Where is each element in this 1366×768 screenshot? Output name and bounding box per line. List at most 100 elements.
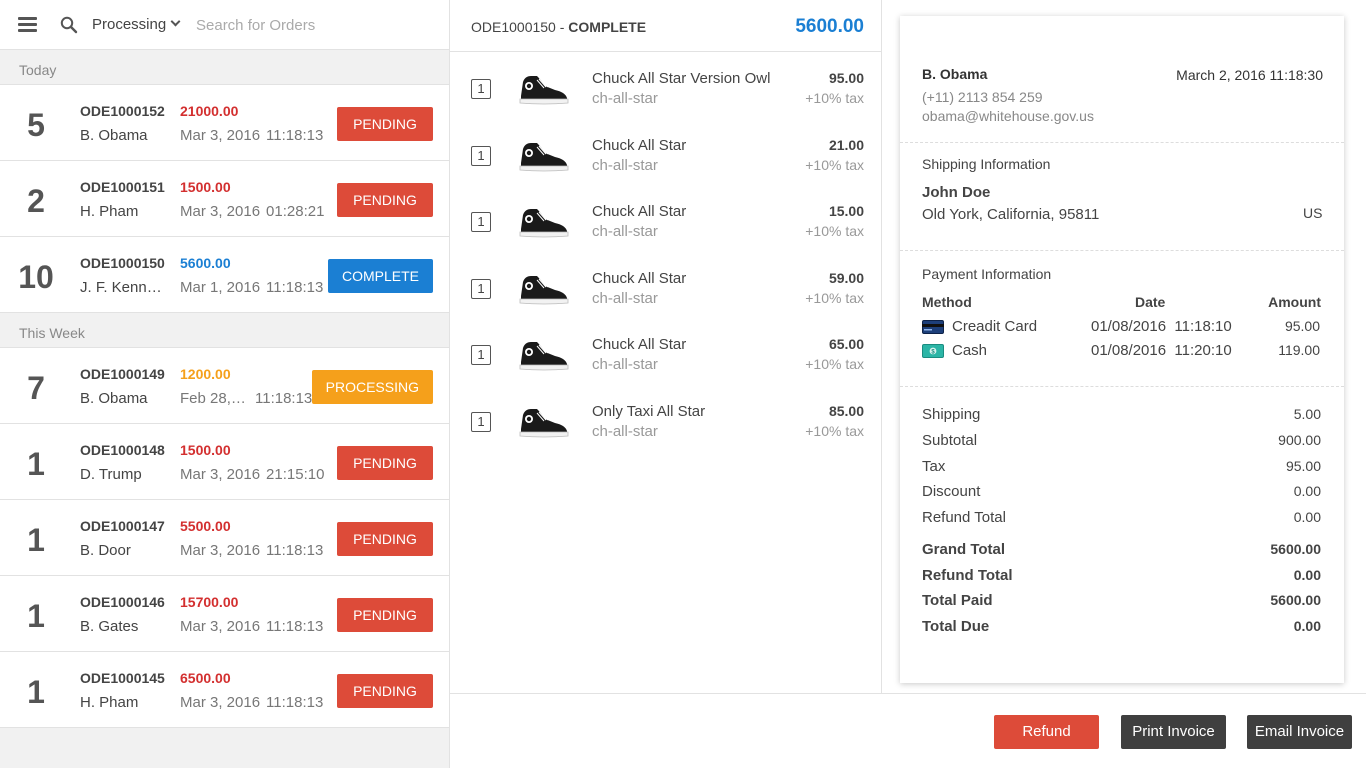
order-id: ODE1000151 (80, 179, 165, 195)
order-group-header: This Week (0, 313, 449, 348)
receipt-divider (900, 386, 1344, 387)
search-icon[interactable] (60, 16, 78, 34)
item-tax: +10% tax (805, 90, 864, 106)
item-quantity-box[interactable]: 1 (471, 145, 491, 166)
total-value: 0.00 (1293, 618, 1321, 634)
order-amount: 1500.00 (180, 442, 231, 458)
order-status-badge[interactable]: PENDING (337, 183, 433, 217)
order-datetime: Mar 3, 2016 11:18:13 (180, 618, 323, 635)
order-search-input[interactable] (196, 13, 436, 37)
order-row[interactable]: 1 ODE1000145 6500.00 H. Pham Mar 3, 2016 11:1… (0, 652, 449, 728)
item-quantity-box[interactable]: 1 (471, 345, 491, 365)
status-filter-label: Processing (92, 16, 167, 33)
order-detail-title: ODE1000150 - COMPLETE (471, 19, 646, 35)
order-datetime: Mar 3, 2016 11:18:13 (180, 542, 323, 559)
item-price: 65.00 (828, 336, 864, 352)
order-item-row: 1 Chuck All Star Version Owl ch-all-star 95… (450, 52, 881, 119)
order-id: ODE1000145 (80, 670, 165, 686)
item-quantity-box[interactable]: 1 (471, 79, 491, 99)
order-row[interactable]: 7 ODE1000149 1200.00 B. Obama Feb 28, 2016 11… (0, 348, 449, 424)
order-status-badge[interactable]: COMPLETE (327, 259, 433, 293)
item-quantity-box[interactable]: 1 (471, 212, 491, 232)
order-amount: 1200.00 (180, 366, 231, 382)
item-price: 15.00 (828, 203, 864, 219)
print-invoice-button[interactable]: Print Invoice (1121, 715, 1226, 749)
refund-button[interactable]: Refund (994, 715, 1099, 749)
order-time: 11:18:13 (266, 279, 324, 296)
total-label: Refund Total (922, 567, 1013, 584)
order-datetime: Mar 3, 2016 11:18:13 (180, 694, 323, 711)
order-id: ODE1000149 (80, 366, 165, 382)
summary-label: Subtotal (922, 432, 978, 449)
order-status-badge[interactable]: PENDING (337, 674, 433, 708)
summary-row: Shipping 5.00 (922, 406, 1321, 423)
total-value: 0.00 (1293, 567, 1321, 583)
order-customer: J. F. Kennedy (80, 279, 170, 296)
total-label: Total Due (922, 618, 990, 635)
payment-amount: 95.00 (1284, 318, 1320, 334)
total-value: 5600.00 (1270, 592, 1321, 608)
order-item-count: 1 (27, 522, 45, 558)
order-detail-header: ODE1000150 - COMPLETE 5600.00 (450, 0, 881, 52)
summary-row: Subtotal 900.00 (922, 432, 1321, 449)
order-status-badge[interactable]: PENDING (337, 522, 433, 556)
item-price: 21.00 (828, 136, 864, 153)
sneaker-image (517, 139, 571, 173)
order-time: 21:15:10 (266, 466, 325, 483)
summary-value: 900.00 (1278, 432, 1321, 448)
summary-row: Discount 0.00 (922, 483, 1321, 500)
summary-value: 5.00 (1293, 406, 1321, 422)
order-amount: 1500.00 (180, 179, 231, 195)
item-tax: +10% tax (805, 289, 864, 306)
status-filter-dropdown[interactable]: Processing (92, 16, 181, 33)
order-customer: B. Gates (80, 618, 139, 635)
item-sku: ch-all-star (592, 90, 658, 107)
order-time: 11:18:13 (255, 390, 313, 407)
order-items-list: 1 Chuck All Star Version Owl ch-all-star 95… (450, 52, 881, 451)
order-amount: 6500.00 (180, 670, 231, 686)
item-name: Only Taxi All Star (592, 402, 706, 420)
order-time: 11:18:13 (266, 618, 324, 635)
order-status-badge[interactable]: PENDING (337, 446, 433, 480)
item-sku: ch-all-star (592, 356, 658, 373)
sneaker-image (517, 272, 571, 306)
order-item-count: 2 (27, 183, 45, 219)
receipt-top-edge (900, 16, 1344, 22)
order-id: ODE1000148 (80, 442, 165, 458)
summary-label: Shipping (922, 406, 981, 423)
summary-label: Discount (922, 483, 981, 500)
item-quantity-box[interactable]: 1 (471, 278, 491, 299)
sneaker-image (517, 338, 571, 372)
order-id: ODE1000146 (80, 594, 165, 610)
order-date: Mar 3, 2016 (180, 694, 261, 711)
order-row[interactable]: 10 ODE1000150 5600.00 J. F. Kennedy Mar 1, 2… (0, 237, 449, 313)
order-customer: H. Pham (80, 203, 139, 220)
order-date: Feb 28, 2016 (180, 390, 249, 407)
order-status-badge[interactable]: PROCESSING (311, 370, 433, 404)
order-item-row: 1 Only Taxi All Star ch-all-star 85.00 +10% … (450, 385, 881, 452)
ship-country: US (1303, 205, 1323, 221)
order-time: 11:18:13 (266, 542, 324, 559)
order-date: Mar 1, 2016 (180, 279, 261, 296)
order-row[interactable]: 2 ODE1000151 1500.00 H. Pham Mar 3, 2016 01:2… (0, 161, 449, 237)
item-tax: +10% tax (805, 156, 864, 173)
order-time: 11:18:13 (266, 127, 324, 144)
total-row: Total Due 0.00 (922, 618, 1321, 635)
item-quantity-box[interactable]: 1 (471, 411, 491, 432)
order-id: ODE1000147 (80, 518, 165, 534)
order-detail-separator: - (555, 19, 569, 35)
item-sku: ch-all-star (592, 289, 658, 307)
item-tax: +10% tax (805, 223, 864, 239)
payment-date: 01/08/2016 11:18:10 (1091, 318, 1232, 335)
order-status-badge[interactable]: PENDING (337, 598, 433, 632)
email-invoice-button[interactable]: Email Invoice (1247, 715, 1352, 749)
order-row[interactable]: 5 ODE1000152 21000.00 B. Obama Mar 3, 2016 11… (0, 85, 449, 161)
order-status-badge[interactable]: PENDING (337, 107, 433, 141)
order-customer: B. Door (80, 542, 131, 559)
order-row[interactable]: 1 ODE1000147 5500.00 B. Door Mar 3, 2016 11:1… (0, 500, 449, 576)
order-row[interactable]: 1 ODE1000146 15700.00 B. Gates Mar 3, 2016 11… (0, 576, 449, 652)
receipt-divider (900, 250, 1344, 251)
menu-icon[interactable] (18, 17, 37, 32)
payment-method-header: Method (922, 294, 972, 310)
order-row[interactable]: 1 ODE1000148 1500.00 D. Trump Mar 3, 2016 21:… (0, 424, 449, 500)
